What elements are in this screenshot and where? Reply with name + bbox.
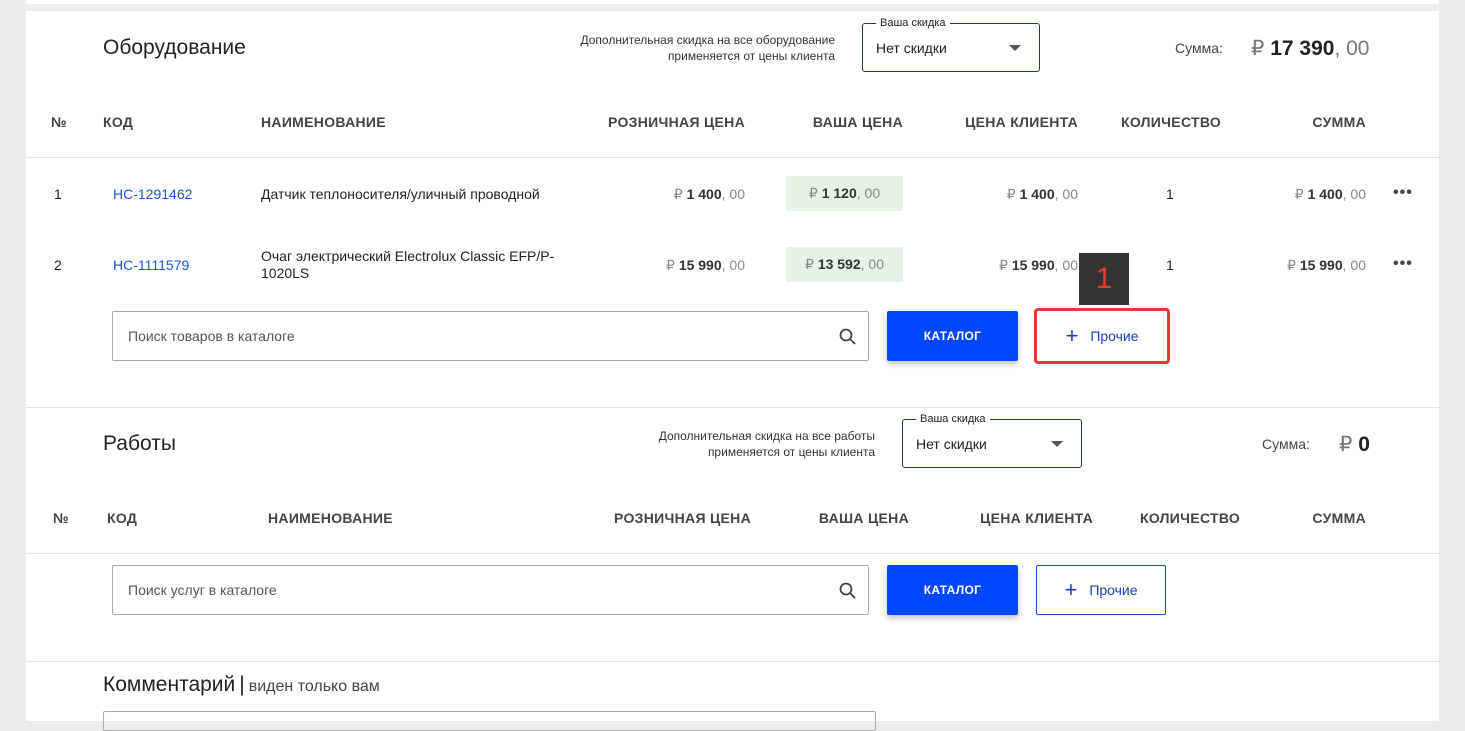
row-your-price: ₽ 13 592, 00 xyxy=(786,247,903,282)
top-panel-strip xyxy=(26,0,1439,4)
discount-legend: Ваша скидка xyxy=(876,16,950,30)
discount-value: Нет скидки xyxy=(916,436,987,452)
col-name: НАИМЕНОВАНИЕ xyxy=(261,114,386,130)
row-retail: ₽ 1 400, 00 xyxy=(673,186,745,202)
col-client-price: ЦЕНА КЛИЕНТА xyxy=(980,510,1093,526)
chevron-down-icon xyxy=(1051,441,1063,447)
row-your-price: ₽ 1 120, 00 xyxy=(786,176,903,211)
col-retail: РОЗНИЧНАЯ ЦЕНА xyxy=(614,510,751,526)
search-icon[interactable] xyxy=(839,582,856,599)
row-qty: 1 xyxy=(1166,186,1174,202)
row-retail: ₽ 15 990, 00 xyxy=(666,257,745,273)
row-name: Датчик теплоносителя/уличный проводной xyxy=(261,186,540,202)
step-marker: 1 xyxy=(1079,253,1129,305)
equipment-sum-value: ₽ 17 390, 00 xyxy=(1251,37,1370,60)
col-sum: СУММА xyxy=(1312,510,1366,526)
row-client-price: ₽ 1 400, 00 xyxy=(1006,186,1078,202)
more-icon[interactable]: ••• xyxy=(1393,255,1413,273)
equipment-discount-select[interactable]: Ваша скидка Нет скидки xyxy=(862,16,1040,72)
works-discount-note: Дополнительная скидка на все работы прим… xyxy=(658,429,875,459)
equipment-search-input[interactable] xyxy=(126,327,810,345)
col-num: № xyxy=(51,114,67,130)
other-label: Прочие xyxy=(1089,582,1138,598)
works-other-button[interactable]: + Прочие xyxy=(1036,565,1166,615)
equipment-title: Оборудование xyxy=(103,36,246,59)
col-sum: СУММА xyxy=(1312,114,1366,130)
works-search-field[interactable] xyxy=(112,565,869,615)
equipment-catalog-button[interactable]: КАТАЛОГ xyxy=(887,311,1018,361)
col-retail: РОЗНИЧНАЯ ЦЕНА xyxy=(608,114,745,130)
chevron-down-icon xyxy=(1009,45,1021,51)
row-qty: 1 xyxy=(1166,257,1174,273)
row-code-link[interactable]: HC-1111579 xyxy=(113,257,189,273)
works-title: Работы xyxy=(103,432,176,455)
row-code-link[interactable]: HC-1291462 xyxy=(113,186,192,202)
col-name: НАИМЕНОВАНИЕ xyxy=(268,510,393,526)
col-your-price: ВАША ЦЕНА xyxy=(818,510,909,526)
works-sum-value: ₽ 0 xyxy=(1339,433,1370,456)
search-icon[interactable] xyxy=(839,328,856,345)
row-sum: ₽ 15 990, 00 xyxy=(1287,257,1366,273)
divider xyxy=(26,157,1439,158)
works-search-input[interactable] xyxy=(126,581,810,599)
row-num: 2 xyxy=(54,257,62,273)
col-client-price: ЦЕНА КЛИЕНТА xyxy=(965,114,1078,130)
comment-textarea[interactable] xyxy=(103,711,876,731)
equipment-discount-note: Дополнительная скидка на все оборудовани… xyxy=(580,33,835,63)
row-sum: ₽ 1 400, 00 xyxy=(1294,186,1366,202)
col-qty: КОЛИЧЕСТВО xyxy=(1140,510,1241,526)
col-num: № xyxy=(53,510,69,526)
comment-title: Комментарий | виден только вам xyxy=(103,673,380,696)
row-client-price: ₽ 15 990, 00 xyxy=(999,257,1078,273)
works-discount-select[interactable]: Ваша скидка Нет скидки xyxy=(902,412,1082,468)
equipment-sum-label: Сумма: xyxy=(1175,40,1223,56)
plus-icon: + xyxy=(1064,577,1078,602)
col-code: КОД xyxy=(103,114,134,130)
col-your-price: ВАША ЦЕНА xyxy=(812,114,903,130)
divider xyxy=(26,553,1439,554)
divider xyxy=(26,407,1439,408)
highlight-frame xyxy=(1034,308,1170,364)
equipment-search-field[interactable] xyxy=(112,311,869,361)
works-sum-label: Сумма: xyxy=(1262,436,1310,452)
discount-value: Нет скидки xyxy=(876,40,947,56)
row-name: Очаг электрический Electrolux Classic EF… xyxy=(261,248,555,281)
row-num: 1 xyxy=(54,186,62,202)
divider xyxy=(26,661,1439,662)
col-qty: КОЛИЧЕСТВО xyxy=(1121,114,1222,130)
more-icon[interactable]: ••• xyxy=(1393,184,1413,202)
col-code: КОД xyxy=(107,510,138,526)
discount-legend: Ваша скидка xyxy=(916,412,990,426)
works-catalog-button[interactable]: КАТАЛОГ xyxy=(887,565,1018,615)
